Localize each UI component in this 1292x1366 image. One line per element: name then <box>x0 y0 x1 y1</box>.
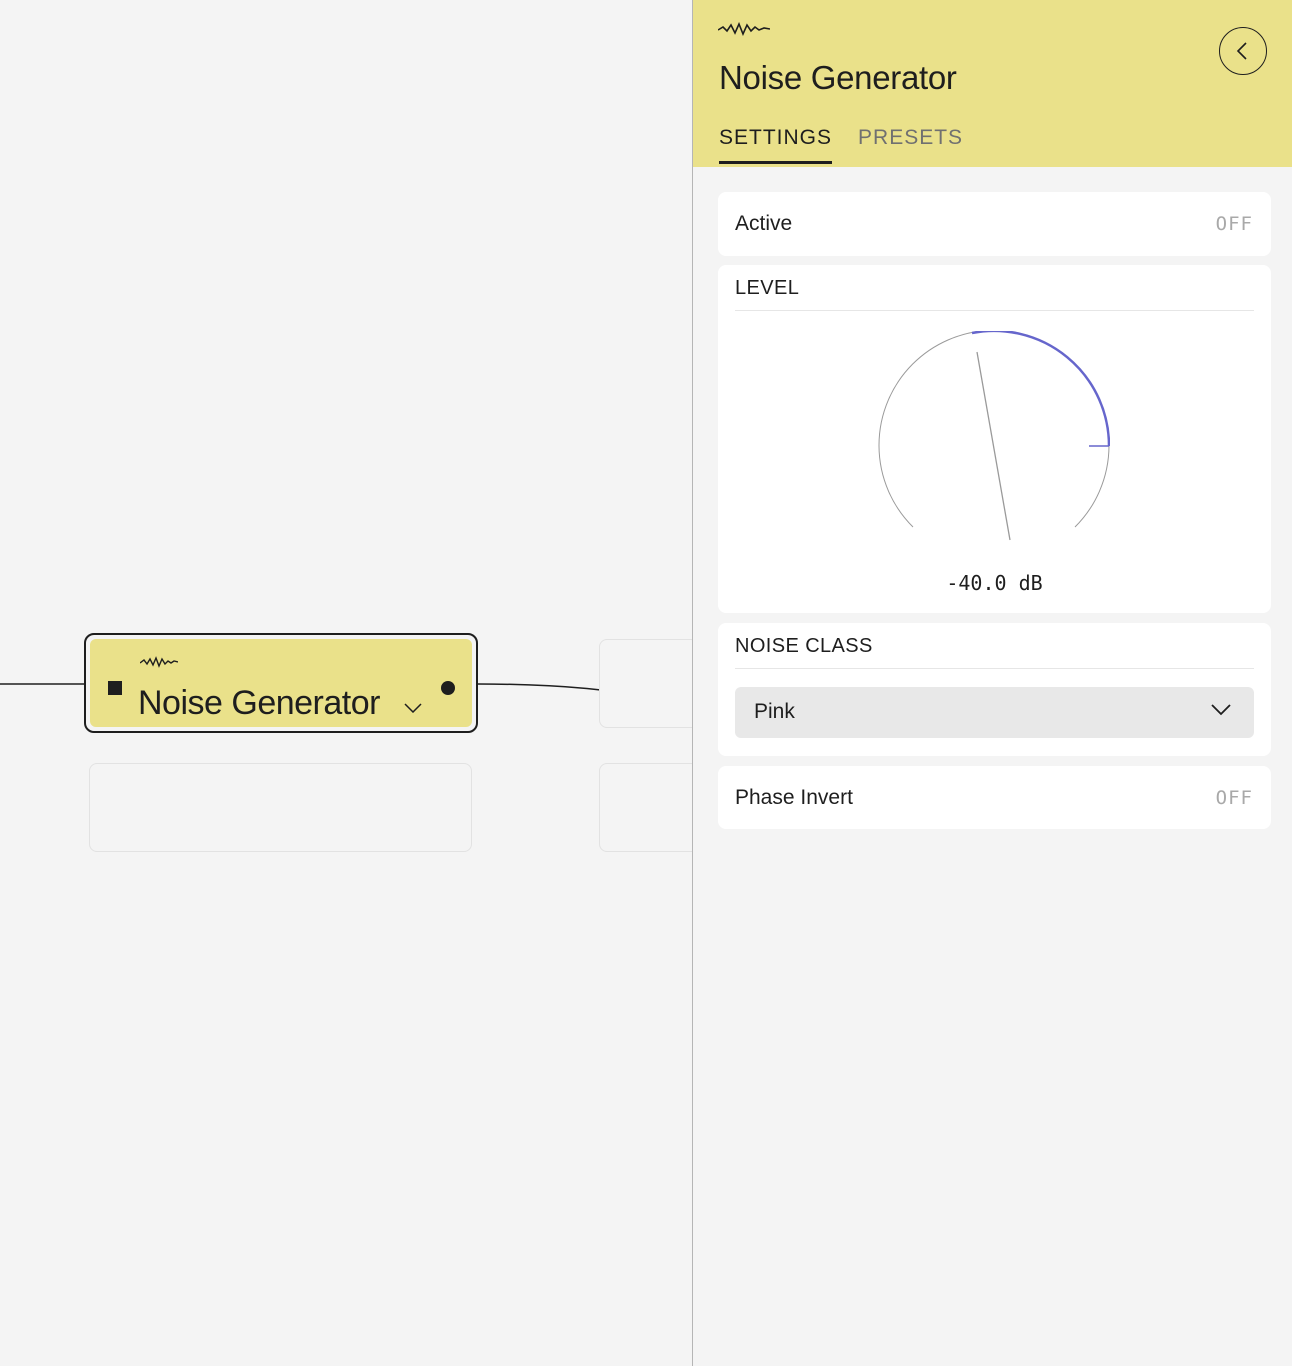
noise-class-select[interactable]: Pink <box>735 687 1254 738</box>
tab-bar: SETTINGS PRESETS <box>719 126 963 164</box>
inspector-panel: Noise Generator SETTINGS PRESETS Active … <box>692 0 1292 1366</box>
phase-invert-label: Phase Invert <box>735 786 853 809</box>
divider <box>735 310 1254 311</box>
level-knob[interactable] <box>878 331 1110 545</box>
active-toggle-row[interactable]: Active OFF <box>718 192 1271 256</box>
tab-settings[interactable]: SETTINGS <box>719 126 833 164</box>
chevron-left-icon <box>1236 42 1247 60</box>
chevron-down-icon[interactable] <box>404 703 422 713</box>
empty-node-slot[interactable] <box>599 639 692 728</box>
noise-class-card: NOISE CLASS Pink <box>718 623 1271 756</box>
graph-canvas[interactable]: Noise Generator <box>0 0 692 1366</box>
level-value: -40.0 dB <box>946 571 1043 595</box>
active-toggle-value[interactable]: OFF <box>1216 212 1253 236</box>
noise-class-label: NOISE CLASS <box>735 635 873 657</box>
phase-invert-row[interactable]: Phase Invert OFF <box>718 766 1271 829</box>
empty-node-slot[interactable] <box>89 763 472 852</box>
noise-class-selected: Pink <box>754 700 795 723</box>
tab-presets[interactable]: PRESETS <box>858 126 963 164</box>
noise-wave-icon <box>718 22 770 36</box>
level-label: LEVEL <box>735 277 800 299</box>
back-button[interactable] <box>1219 27 1267 75</box>
noise-generator-node[interactable]: Noise Generator <box>84 633 478 733</box>
empty-node-slot[interactable] <box>599 763 692 852</box>
level-card: LEVEL -40.0 dB <box>718 265 1271 613</box>
panel-title: Noise Generator <box>719 59 957 96</box>
active-label: Active <box>735 212 793 235</box>
panel-header: Noise Generator SETTINGS PRESETS <box>693 0 1292 167</box>
input-port[interactable] <box>108 681 122 695</box>
output-port[interactable] <box>441 681 455 695</box>
phase-invert-toggle-value[interactable]: OFF <box>1216 786 1253 810</box>
node-title: Noise Generator <box>138 684 380 722</box>
divider <box>735 668 1254 669</box>
chevron-down-icon <box>1211 704 1231 716</box>
noise-wave-icon <box>140 656 178 668</box>
